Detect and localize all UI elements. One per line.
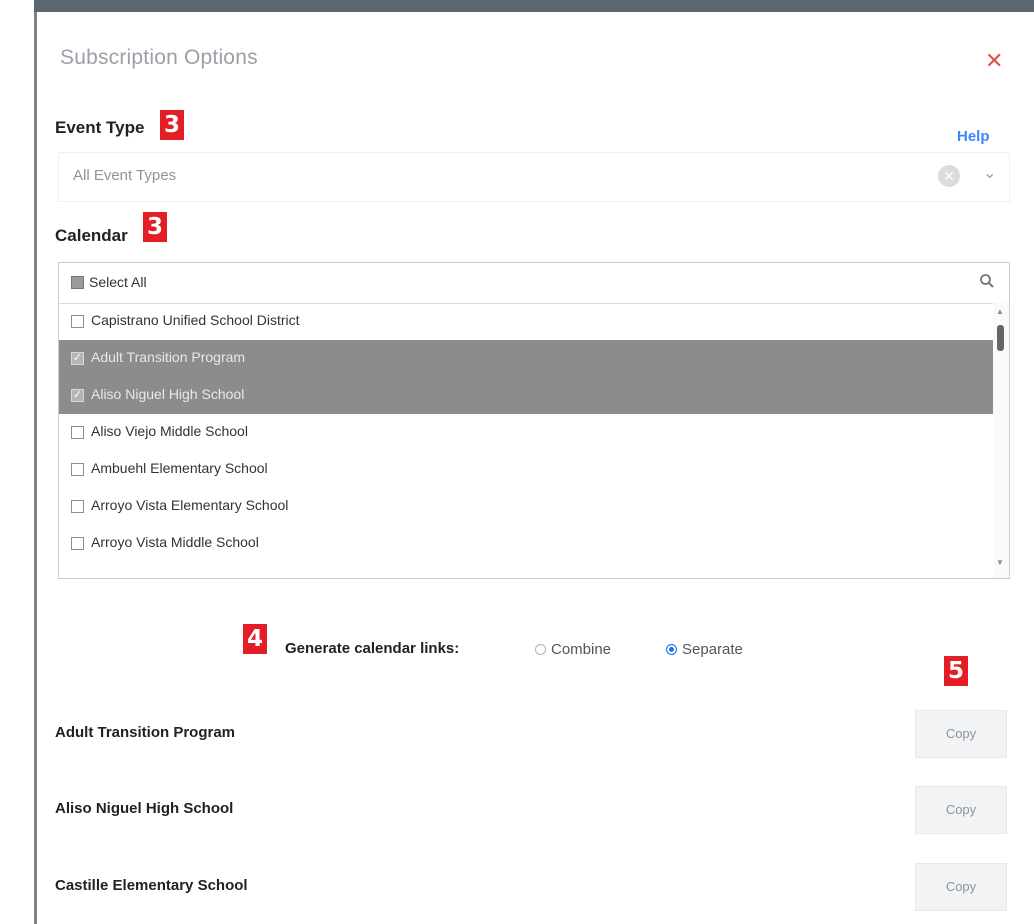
calendar-option-checkbox[interactable]: ✓ <box>71 389 84 402</box>
separate-radio-label[interactable]: Separate <box>682 641 743 658</box>
select-all-label[interactable]: Select All <box>89 274 147 290</box>
calendar-option[interactable]: Arroyo Vista Elementary School <box>59 488 993 525</box>
calendar-option-checkbox[interactable] <box>71 500 84 513</box>
scroll-up-icon[interactable]: ▲ <box>996 307 1004 316</box>
step-badge-copy: 5 <box>944 656 968 686</box>
event-type-value: All Event Types <box>73 167 177 184</box>
scrollbar-thumb[interactable] <box>997 325 1004 351</box>
calendar-option[interactable]: Aliso Viejo Middle School <box>59 414 993 451</box>
copy-link-button[interactable]: Copy <box>915 710 1007 758</box>
calendar-option[interactable]: Arroyo Vista Middle School <box>59 525 993 562</box>
step-badge-calendar: 3 <box>143 212 167 242</box>
calendar-option[interactable]: Ambuehl Elementary School <box>59 451 993 488</box>
calendar-option-checkbox[interactable]: ✓ <box>71 352 84 365</box>
help-link[interactable]: Help <box>957 128 990 145</box>
modal-title: Subscription Options <box>60 46 258 69</box>
calendar-option-checkbox[interactable] <box>71 463 84 476</box>
generate-links-label: Generate calendar links: <box>285 640 460 657</box>
separate-radio[interactable] <box>666 644 677 655</box>
calendar-option-label: Arroyo Vista Middle School <box>91 534 259 550</box>
calendar-option-label: Adult Transition Program <box>91 349 246 365</box>
calendar-option[interactable]: ✓ Adult Transition Program <box>59 340 993 377</box>
link-row-label: Aliso Niguel High School <box>55 800 234 817</box>
calendar-option-label: Capistrano Unified School District <box>91 312 300 328</box>
clear-selection-icon[interactable]: ✕ <box>938 165 960 187</box>
copy-link-button[interactable]: Copy <box>915 786 1007 834</box>
calendar-multiselect: Select All Capistrano Unified School Dis… <box>58 262 1010 579</box>
calendar-option-label: Aliso Niguel High School <box>91 386 245 402</box>
combine-radio-label[interactable]: Combine <box>551 641 611 658</box>
calendar-label: Calendar <box>55 226 128 245</box>
calendar-option[interactable]: Capistrano Unified School District <box>59 303 993 340</box>
step-badge-event-type: 3 <box>160 110 184 140</box>
scroll-down-icon[interactable]: ▼ <box>996 558 1004 567</box>
select-all-checkbox[interactable] <box>71 276 84 289</box>
calendar-scrollbar[interactable]: ▲ ▼ <box>993 303 1009 578</box>
calendar-option-label: Arroyo Vista Elementary School <box>91 497 289 513</box>
window-top-border <box>34 0 1034 12</box>
close-icon[interactable]: ✕ <box>985 48 1003 74</box>
calendar-option-checkbox[interactable] <box>71 537 84 550</box>
step-badge-generate: 4 <box>243 624 267 654</box>
copy-link-button[interactable]: Copy <box>915 863 1007 911</box>
search-icon[interactable] <box>979 273 995 289</box>
event-type-label: Event Type <box>55 118 145 137</box>
link-row-label: Adult Transition Program <box>55 724 236 741</box>
link-row-label: Castille Elementary School <box>55 877 248 894</box>
calendar-option-label: Aliso Viejo Middle School <box>91 423 248 439</box>
calendar-option-checkbox[interactable] <box>71 426 84 439</box>
calendar-search-bar[interactable]: Select All <box>59 263 1009 304</box>
combine-radio[interactable] <box>535 644 546 655</box>
calendar-option-checkbox[interactable] <box>71 315 84 328</box>
calendar-list: Capistrano Unified School District ✓ Adu… <box>59 303 993 562</box>
calendar-option-label: Ambuehl Elementary School <box>91 460 268 476</box>
event-type-select[interactable]: All Event Types ✕ ⌄ <box>58 152 1010 202</box>
calendar-option[interactable]: ✓ Aliso Niguel High School <box>59 377 993 414</box>
chevron-down-icon[interactable]: ⌄ <box>983 163 996 183</box>
